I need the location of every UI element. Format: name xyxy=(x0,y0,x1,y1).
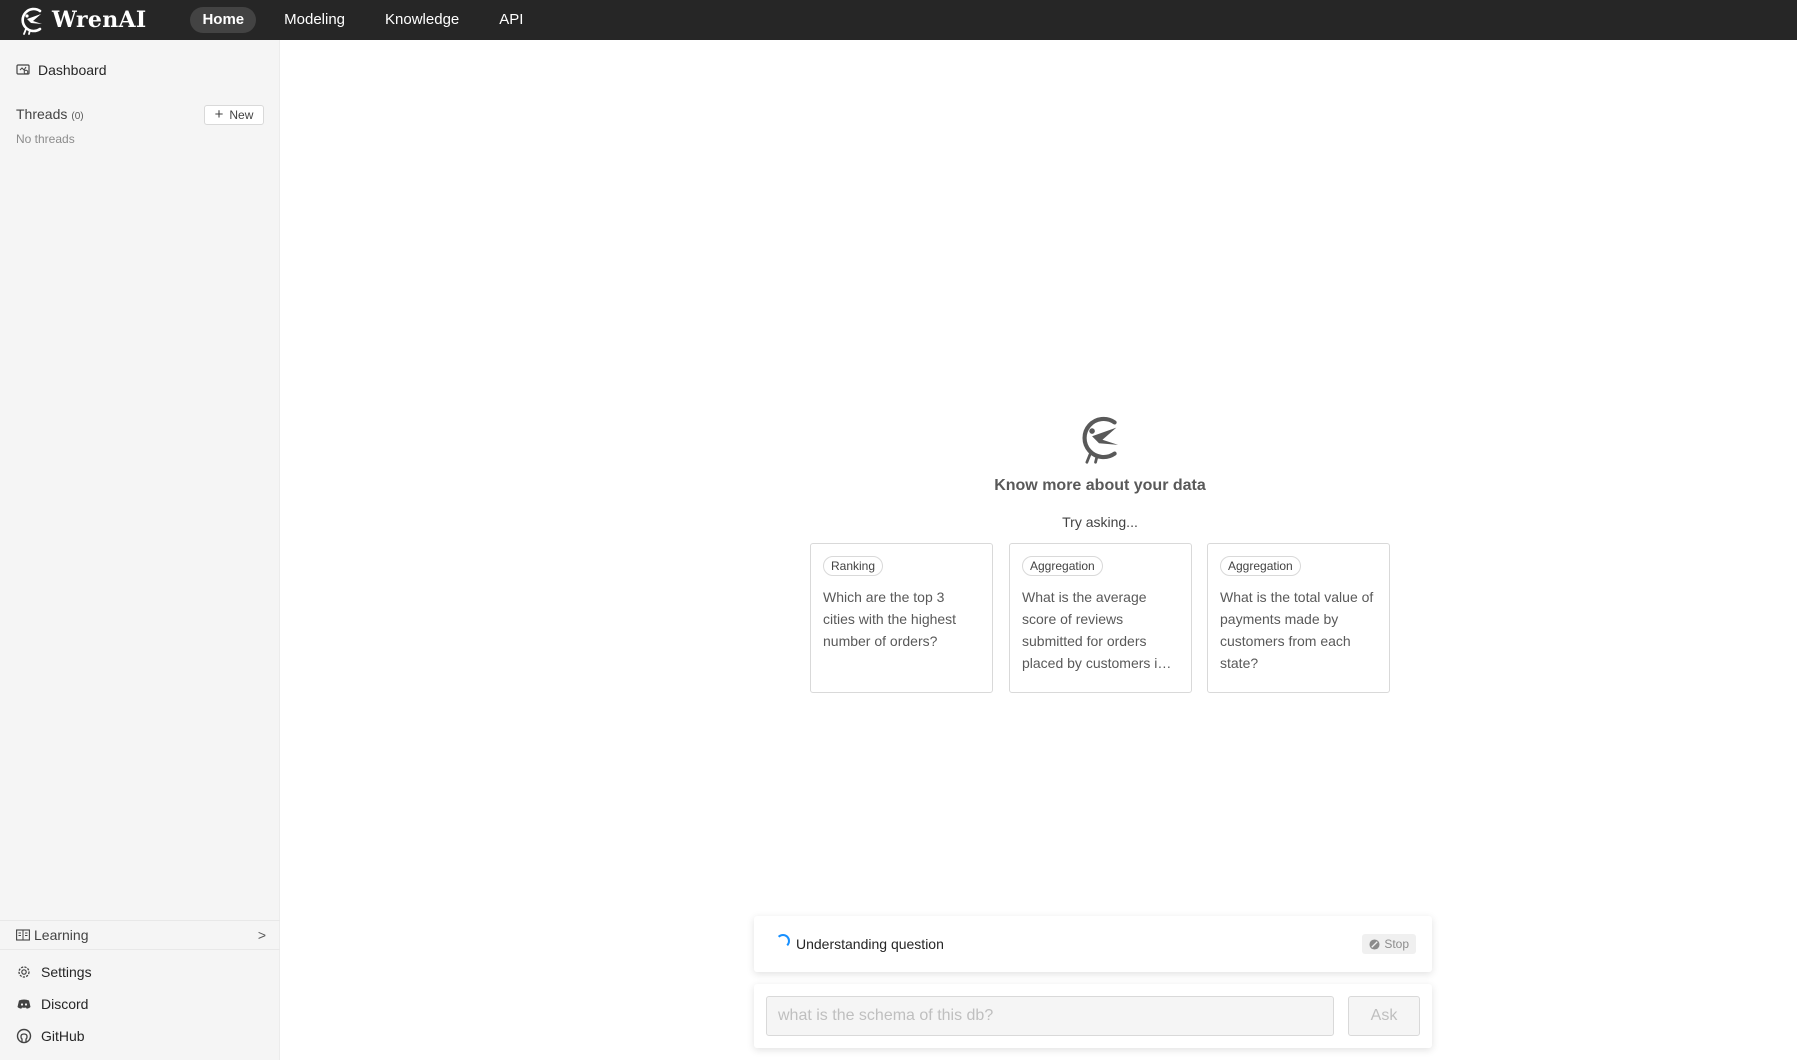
loading-spinner-icon xyxy=(776,934,790,948)
suggestion-card[interactable]: Ranking Which are the top 3 cities with … xyxy=(810,543,993,693)
gear-icon xyxy=(18,966,30,978)
book-icon xyxy=(16,929,30,941)
threads-label: Threads xyxy=(16,106,68,122)
suggestion-question: Which are the top 3 cities with the high… xyxy=(823,589,957,649)
new-thread-label: New xyxy=(229,108,254,122)
github-link[interactable]: GitHub xyxy=(16,1028,85,1044)
top-navbar: WrenAI Home Modeling Knowledge API xyxy=(0,0,1797,40)
category-tag: Aggregation xyxy=(1022,556,1103,576)
stop-icon xyxy=(1369,938,1380,950)
ask-button[interactable]: Ask xyxy=(1348,996,1420,1036)
category-tag: Ranking xyxy=(823,556,884,576)
status-text: Understanding question xyxy=(796,936,944,952)
try-asking-label: Try asking... xyxy=(1062,514,1138,530)
app-name: WrenAI xyxy=(52,7,147,33)
wren-bird-icon xyxy=(21,7,42,35)
discord-link[interactable]: Discord xyxy=(16,996,88,1012)
sidebar-item-label: Dashboard xyxy=(38,62,107,78)
main-nav: Home Modeling Knowledge API xyxy=(190,7,551,33)
nav-api[interactable]: API xyxy=(487,7,535,33)
discord-label: Discord xyxy=(41,996,89,1012)
sidebar: Dashboard Threads (0) + New No threads Le… xyxy=(0,40,280,1060)
threads-count: (0) xyxy=(71,111,84,122)
nav-home[interactable]: Home xyxy=(190,7,257,33)
settings-link[interactable]: Settings xyxy=(16,964,92,980)
nav-knowledge[interactable]: Knowledge xyxy=(373,7,471,33)
discord-icon xyxy=(17,999,31,1009)
stop-button[interactable]: Stop xyxy=(1362,934,1416,954)
learning-label: Learning xyxy=(34,927,89,943)
learning-toggle[interactable]: Learning > xyxy=(0,920,280,950)
threads-header: Threads (0) xyxy=(16,106,84,122)
ask-panel: Ask xyxy=(754,984,1432,1048)
question-input[interactable] xyxy=(766,996,1334,1036)
new-thread-button[interactable]: + New xyxy=(204,105,264,125)
suggestion-question: What is the total value of payments made… xyxy=(1220,589,1374,671)
stop-label: Stop xyxy=(1384,937,1409,951)
suggestion-question: What is the average score of reviews sub… xyxy=(1022,589,1166,671)
suggestion-card[interactable]: Aggregation What is the average score of… xyxy=(1009,543,1192,693)
wren-bird-icon xyxy=(1082,416,1119,464)
plus-icon: + xyxy=(214,106,224,123)
category-tag: Aggregation xyxy=(1220,556,1301,576)
github-label: GitHub xyxy=(41,1028,85,1044)
github-icon xyxy=(16,1028,32,1044)
empty-threads-text: No threads xyxy=(16,132,75,146)
suggestion-card[interactable]: Aggregation What is the total value of p… xyxy=(1207,543,1390,693)
settings-label: Settings xyxy=(41,964,92,980)
hero-logo xyxy=(1073,412,1125,469)
nav-modeling[interactable]: Modeling xyxy=(272,7,357,33)
page-title: Know more about your data xyxy=(994,477,1206,494)
dashboard-icon xyxy=(16,64,30,75)
sidebar-item-dashboard[interactable]: Dashboard xyxy=(16,62,107,78)
processing-status-panel: Understanding question Stop xyxy=(754,916,1432,972)
app-logo[interactable]: WrenAI xyxy=(16,5,146,35)
chevron-right-icon: > xyxy=(257,927,266,943)
